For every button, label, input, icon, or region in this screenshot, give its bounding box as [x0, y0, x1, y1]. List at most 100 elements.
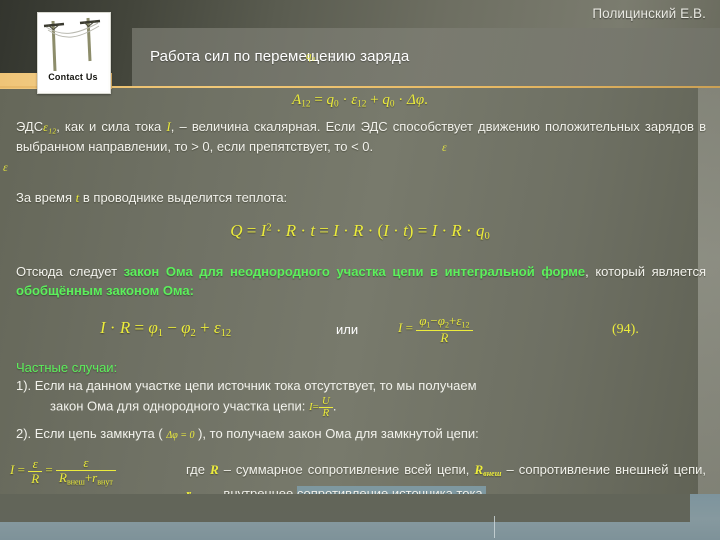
ohm-uni-num: U: [321, 395, 330, 407]
case2-marker: 2).: [16, 425, 32, 441]
formula-heat-dot3: ·: [343, 221, 349, 240]
eq94b-I: I: [398, 320, 403, 336]
eq94-plus: +: [200, 318, 210, 337]
tail-R-symbol: R: [210, 462, 219, 477]
formula-ohm-nonuniform-solved: I = φ1−φ2+ε12 R: [398, 314, 473, 344]
tail-c: – сопротивление внешней цепи,: [501, 462, 707, 477]
eq94b-numerator: φ1−φ2+ε12: [416, 314, 472, 330]
eq94-I: I: [100, 318, 106, 337]
tail-b: – суммарное сопротивление всей цепи,: [218, 462, 475, 477]
p1-lt: < 0.: [351, 139, 374, 154]
formula-heat-dot4: ·: [367, 221, 374, 240]
equation-number: (94).: [612, 322, 639, 337]
formula-heat-close-paren: ): [407, 221, 414, 240]
list-item-case-2: 2). Если цепь замкнута ( Δφ = 0 ), то по…: [16, 424, 706, 446]
p1-eps-symbol: ε₁₂: [43, 120, 57, 134]
formula-work-lhs-sub: 12: [301, 99, 311, 110]
formula-work-t3: q: [382, 92, 390, 108]
ohm-closed-eq2: =: [45, 462, 53, 478]
case1-text2: закон Ома для однородного участка цепи:: [50, 398, 309, 414]
formula-heat-Q: Q: [230, 221, 243, 240]
paragraph-heat-intro: За время t в проводнике выделится теплот…: [16, 188, 706, 207]
formula-heat-dot1: ·: [275, 221, 282, 240]
formula-heat: Q = I2 · R · t = I · R · (I · t) = I · R…: [0, 221, 720, 242]
eq94-dot: ·: [109, 318, 116, 337]
formula-heat-dot5: ·: [393, 221, 399, 240]
formula-heat-dot2: ·: [300, 221, 307, 240]
ohm-closed-eq1: =: [17, 462, 25, 478]
bottom-overlay-band: [0, 494, 690, 522]
formula-heat-t: t: [310, 221, 316, 240]
ohm-closed-num2: ε: [83, 455, 89, 470]
eq94-R: R: [119, 318, 131, 337]
ohm-closed-den2: Rвнеш+rвнут: [55, 469, 116, 487]
paragraph-ohm-law-statement: Отсюда следует закон Ома для неоднородно…: [16, 262, 706, 300]
presentation-slide: Contact Us Полицинский Е.В. Работа сил п…: [0, 0, 720, 540]
formula-heat-eq2: =: [319, 221, 329, 240]
eq94-phi2-sub: 2: [190, 327, 196, 339]
case1-marker: 1).: [16, 378, 32, 393]
ohm-closed-den2-R-sub: внеш: [66, 476, 85, 486]
formula-ohm-nonuniform: I · R = φ1 − φ2 + ε12: [100, 318, 231, 339]
case1-text: Если на данном участке цепи источник ток…: [34, 378, 477, 393]
tail-Rvnesh-sub: внеш: [483, 469, 502, 478]
formula-work-dot2: ·: [398, 92, 404, 108]
eq94b-eps-sub: 12: [461, 320, 470, 330]
ohm-closed-den1: R: [28, 470, 43, 486]
formula-work-t1-sub: 0: [334, 99, 339, 110]
formula-work-t3-sub: 0: [389, 99, 395, 110]
formula-work-period: .: [424, 92, 428, 108]
eq94-phi1: φ: [148, 318, 158, 337]
formula-work-plus: +: [370, 92, 379, 108]
formula-ohm-closed-circuit: I = ε R = ε Rвнеш+rвнут: [10, 456, 116, 486]
eq94-eps-sub: 12: [220, 327, 232, 339]
special-cases-title: Частные случаи:: [16, 360, 118, 375]
page-title: Работа сил по перемещению заряда: [150, 48, 410, 65]
formula-heat-R2: R: [352, 221, 364, 240]
special-cases-heading: Частные случаи:: [16, 358, 706, 377]
eq94b-phi2: φ: [437, 313, 445, 328]
eq94b-minus: −: [430, 313, 438, 328]
formula-ohm-uniform-inline: I= U R: [309, 395, 333, 419]
formula-heat-I4: I: [431, 221, 438, 240]
tail-a: где: [186, 462, 210, 477]
p2-post: в проводнике выделится теплота:: [79, 190, 288, 205]
case2-pre: Если цепь замкнута (: [34, 425, 167, 441]
equation-or-word: или: [336, 322, 359, 337]
ohm-uni-fraction: UR: [318, 395, 333, 420]
tail-Rvnesh-symbol: Rвнеш: [474, 462, 502, 478]
p3-green-term-1: закон Ома для неоднородного участка цепи…: [123, 264, 586, 279]
p1-rest-a: , как и сила тока: [56, 119, 167, 134]
formula-work-lhs: A: [292, 92, 302, 108]
eq94-minus: −: [167, 318, 177, 337]
logo-caption: Contact Us: [48, 72, 98, 82]
formula-heat-exp: 2: [266, 222, 272, 234]
formula-work-t2-sub: 12: [357, 99, 367, 110]
formula-heat-dot7: ·: [466, 221, 472, 240]
ohm-closed-fraction-1: ε R: [28, 457, 43, 486]
formula-heat-I3: I: [383, 221, 389, 240]
ohm-closed-den2-r-sub: внут: [97, 476, 113, 486]
formula-work-t4: Δφ: [407, 92, 425, 108]
p3-green-term-2: обобщённым законом Ома:: [16, 283, 194, 298]
eq94-eps: ε: [213, 318, 221, 337]
case1-second-line: закон Ома для однородного участка цепи: …: [16, 395, 706, 420]
formula-heat-I2: I: [333, 221, 339, 240]
tail-Rvnesh-base: R: [474, 462, 484, 477]
eq94-phi1-sub: 1: [157, 327, 163, 339]
formula-heat-eq3: =: [417, 221, 428, 240]
formula-work-dot1: ·: [342, 92, 348, 108]
list-item-case-1: 1). Если на данном участке цепи источник…: [16, 376, 706, 420]
equation-94-row: I · R = φ1 − φ2 + ε12 или I = φ1−φ2+ε12 …: [0, 314, 720, 354]
eq94b-eq: =: [405, 320, 413, 336]
formula-heat-R3: R: [451, 221, 462, 240]
text-caret: [494, 516, 495, 538]
special-cases-list: 1). Если на данном участке цепи источник…: [16, 376, 706, 448]
title-colon: :: [330, 48, 335, 65]
p2-pre: За время: [16, 190, 76, 205]
paragraph-emf-scalar: ЭДСε₁₂, как и сила тока I, – величина ск…: [16, 117, 706, 156]
floating-eps-symbol-2: ε: [442, 140, 447, 154]
ohm-closed-I: I: [10, 462, 15, 478]
floating-eps-symbol-1: ε: [3, 160, 8, 174]
formula-heat-q-sub: 0: [484, 230, 490, 242]
